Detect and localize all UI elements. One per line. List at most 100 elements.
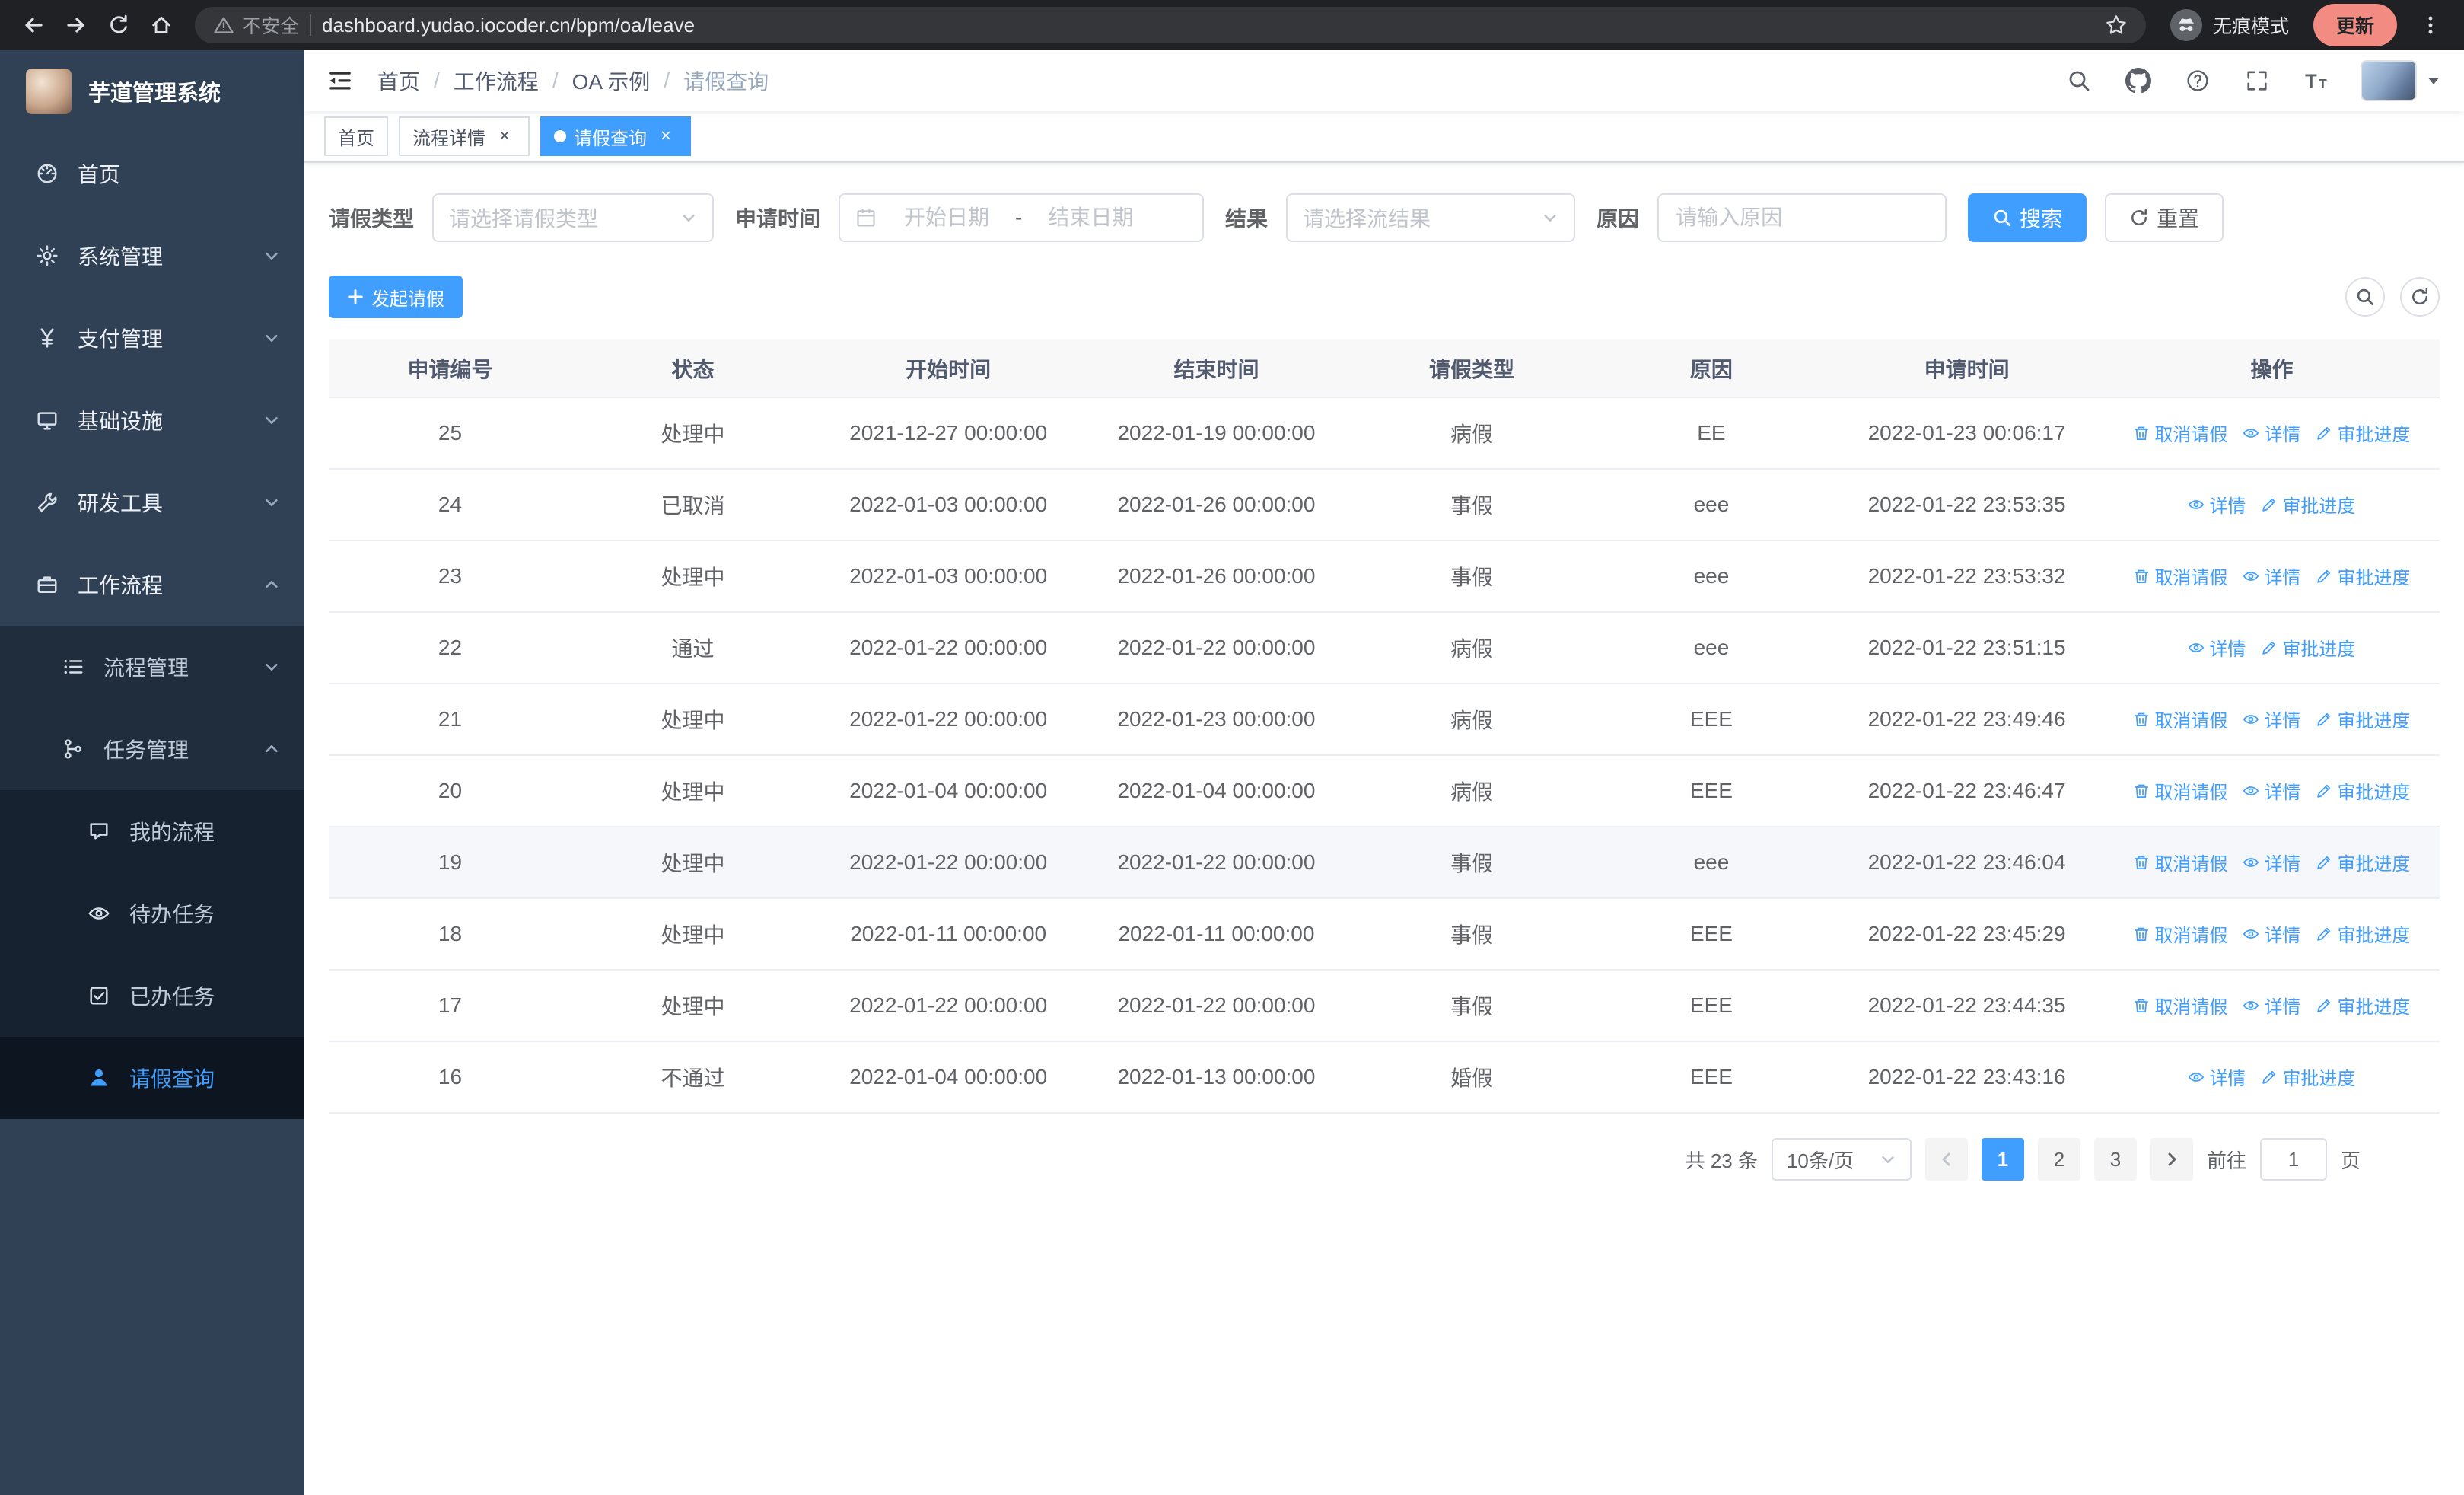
cell-actions: 取消请假 详情 审批进度 xyxy=(2103,970,2440,1042)
reset-button[interactable]: 重置 xyxy=(2105,193,2224,242)
sidebar-item-dev-tools[interactable]: 研发工具 xyxy=(0,461,304,543)
omnibox-divider xyxy=(310,14,312,36)
table-row: 16 不通过 2022-01-04 00:00:00 2022-01-13 00:00… xyxy=(329,1041,2440,1114)
action-label: 详情 xyxy=(2264,926,2301,947)
leave-type-select[interactable]: 请选择请假类型 xyxy=(432,193,715,242)
progress-action-link[interactable]: 审批进度 xyxy=(2316,849,2410,875)
search-icon[interactable] xyxy=(2061,62,2097,99)
cell-actions: 取消请假 详情 审批进度 xyxy=(2103,898,2440,971)
sidebar-item-system[interactable]: 系统管理 xyxy=(0,215,304,297)
page-size-select[interactable]: 10条/页 xyxy=(1771,1138,1912,1181)
goto-page-input[interactable] xyxy=(2259,1138,2327,1181)
detail-action-link[interactable]: 详情 xyxy=(2243,849,2300,875)
breadcrumb-item[interactable]: OA 示例 xyxy=(572,65,651,96)
detail-action-link[interactable]: 详情 xyxy=(2243,563,2300,589)
cancel-action-link[interactable]: 取消请假 xyxy=(2133,706,2227,732)
app-logo[interactable]: 芋道管理系统 xyxy=(0,50,304,132)
cancel-action-link[interactable]: 取消请假 xyxy=(2133,777,2227,804)
result-select[interactable]: 请选择流结果 xyxy=(1286,193,1576,242)
detail-action-link[interactable]: 详情 xyxy=(2188,491,2246,518)
edit-icon xyxy=(2316,783,2332,799)
progress-action-link[interactable]: 审批进度 xyxy=(2316,992,2410,1018)
bookmark-star-icon[interactable] xyxy=(2105,14,2128,37)
next-page-button[interactable] xyxy=(2150,1138,2193,1181)
font-size-icon[interactable]: TT xyxy=(2298,62,2335,99)
total-count: 共 23 条 xyxy=(1685,1149,1758,1172)
reset-button-label: 重置 xyxy=(2157,207,2200,231)
sidebar-item-payment[interactable]: 支付管理 xyxy=(0,297,304,379)
end-date-input[interactable] xyxy=(1031,206,1151,230)
progress-action-link[interactable]: 审批进度 xyxy=(2261,1063,2355,1090)
fullscreen-icon[interactable] xyxy=(2239,62,2275,99)
sidebar-item-process-management[interactable]: 流程管理 xyxy=(0,626,304,708)
app-title: 芋道管理系统 xyxy=(88,81,221,106)
table-toolbar-right xyxy=(2345,277,2440,317)
detail-action-link[interactable]: 详情 xyxy=(2243,419,2300,446)
browser-forward-button[interactable] xyxy=(55,4,97,46)
breadcrumb: 首页 / 工作流程 / OA 示例 / 请假查询 xyxy=(377,65,769,96)
browser-toolbar: 不安全 dashboard.yudao.iocoder.cn/bpm/oa/le… xyxy=(0,0,2464,50)
detail-action-link[interactable]: 详情 xyxy=(2188,634,2246,661)
progress-action-link[interactable]: 审批进度 xyxy=(2261,634,2355,661)
cell-status: 处理中 xyxy=(571,970,814,1042)
detail-action-link[interactable]: 详情 xyxy=(2243,992,2300,1018)
url-text[interactable]: dashboard.yudao.iocoder.cn/bpm/oa/leave xyxy=(322,14,2094,37)
progress-action-link[interactable]: 审批进度 xyxy=(2261,491,2355,518)
column-header-status: 状态 xyxy=(571,339,814,398)
browser-menu-button[interactable] xyxy=(2409,4,2452,46)
sidebar-item-done-tasks[interactable]: 已办任务 xyxy=(0,955,304,1037)
sidebar-item-workflow[interactable]: 工作流程 xyxy=(0,543,304,626)
reason-input[interactable] xyxy=(1657,193,1947,242)
search-button[interactable]: 搜索 xyxy=(1968,193,2087,242)
detail-action-link[interactable]: 详情 xyxy=(2243,920,2300,947)
cancel-action-link[interactable]: 取消请假 xyxy=(2133,920,2227,947)
close-icon[interactable]: × xyxy=(654,125,677,148)
cell-leave-type: 事假 xyxy=(1350,827,1593,899)
progress-action-link[interactable]: 审批进度 xyxy=(2316,777,2410,804)
browser-update-button[interactable]: 更新 xyxy=(2313,4,2397,46)
cancel-action-link[interactable]: 取消请假 xyxy=(2133,849,2227,875)
eye-icon xyxy=(2243,568,2259,585)
progress-action-link[interactable]: 审批进度 xyxy=(2316,419,2410,446)
security-chip-label: 不安全 xyxy=(242,16,300,37)
github-icon[interactable] xyxy=(2120,62,2157,99)
browser-reload-button[interactable] xyxy=(97,4,140,46)
page-button-3[interactable]: 3 xyxy=(2093,1138,2137,1181)
sidebar-item-leave-query[interactable]: 请假查询 xyxy=(0,1037,304,1119)
sidebar-item-infrastructure[interactable]: 基础设施 xyxy=(0,379,304,461)
sidebar-item-my-process[interactable]: 我的流程 xyxy=(0,790,304,872)
user-avatar-menu[interactable] xyxy=(2361,60,2441,101)
create-leave-button[interactable]: 发起请假 xyxy=(329,276,463,318)
close-icon[interactable]: × xyxy=(493,125,516,148)
tag-home[interactable]: 首页 xyxy=(324,116,388,156)
prev-page-button[interactable] xyxy=(1924,1138,1968,1181)
breadcrumb-item[interactable]: 工作流程 xyxy=(454,65,539,96)
page-button-2[interactable]: 2 xyxy=(2037,1138,2080,1181)
browser-home-button[interactable] xyxy=(140,4,183,46)
progress-action-link[interactable]: 审批进度 xyxy=(2316,563,2410,589)
progress-action-link[interactable]: 审批进度 xyxy=(2316,706,2410,732)
tag-process-detail[interactable]: 流程详情 × xyxy=(399,116,530,156)
address-bar[interactable]: 不安全 dashboard.yudao.iocoder.cn/bpm/oa/le… xyxy=(195,7,2146,43)
detail-action-link[interactable]: 详情 xyxy=(2243,777,2300,804)
detail-action-link[interactable]: 详情 xyxy=(2188,1063,2246,1090)
start-date-input[interactable] xyxy=(887,206,1007,230)
breadcrumb-item[interactable]: 首页 xyxy=(377,65,420,96)
help-icon[interactable] xyxy=(2179,62,2216,99)
sidebar-collapse-button[interactable] xyxy=(327,68,353,94)
sidebar-item-home[interactable]: 首页 xyxy=(0,132,304,215)
toggle-search-button[interactable] xyxy=(2345,277,2385,317)
apply-time-range-picker[interactable]: - xyxy=(839,193,1205,242)
browser-back-button[interactable] xyxy=(12,4,55,46)
cancel-action-link[interactable]: 取消请假 xyxy=(2133,563,2227,589)
refresh-table-button[interactable] xyxy=(2400,277,2440,317)
progress-action-link[interactable]: 审批进度 xyxy=(2316,920,2410,947)
sidebar-item-task-management[interactable]: 任务管理 xyxy=(0,708,304,790)
tag-leave-query[interactable]: 请假查询 × xyxy=(540,116,691,156)
cancel-action-link[interactable]: 取消请假 xyxy=(2133,419,2227,446)
detail-action-link[interactable]: 详情 xyxy=(2243,706,2300,732)
security-chip[interactable]: 不安全 xyxy=(213,11,299,39)
page-button-1[interactable]: 1 xyxy=(1981,1138,2024,1181)
sidebar-item-todo-tasks[interactable]: 待办任务 xyxy=(0,872,304,955)
cancel-action-link[interactable]: 取消请假 xyxy=(2133,992,2227,1018)
